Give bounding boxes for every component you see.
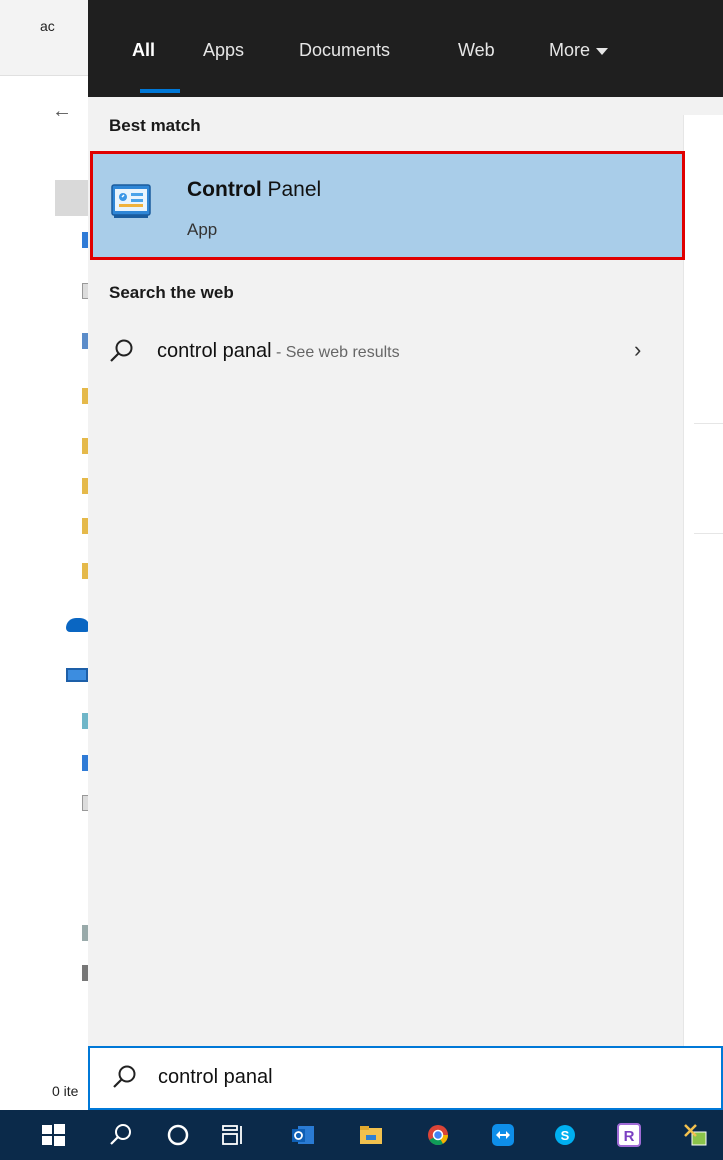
web-search-result[interactable]: control panal - See web results › xyxy=(88,323,683,379)
chrome-icon[interactable] xyxy=(425,1122,451,1148)
snipping-tool-icon[interactable] xyxy=(682,1122,708,1148)
best-match-title-rest: Panel xyxy=(261,178,322,201)
tab-more-label: More xyxy=(549,40,591,60)
background-ribbon: ac xyxy=(0,0,90,76)
onedrive-icon xyxy=(66,618,90,632)
search-flyout: All Apps Documents Web More Best match C… xyxy=(88,0,723,1110)
status-bar-text: 0 ite xyxy=(52,1083,79,1099)
control-panel-icon xyxy=(111,184,151,218)
tab-web[interactable]: Web xyxy=(458,40,495,61)
file-explorer-icon[interactable] xyxy=(358,1122,384,1148)
svg-text:S: S xyxy=(561,1128,570,1143)
web-result-text: control panal - See web results xyxy=(157,340,400,363)
tab-more[interactable]: More xyxy=(549,40,609,61)
best-match-title: Control Panel xyxy=(187,178,321,202)
search-icon xyxy=(113,1065,136,1088)
tab-all[interactable]: All xyxy=(132,40,155,61)
task-view-icon[interactable] xyxy=(220,1122,246,1148)
skype-icon[interactable]: S xyxy=(552,1122,578,1148)
search-web-heading: Search the web xyxy=(109,283,234,302)
background-selected-item xyxy=(55,180,90,216)
best-match-heading: Best match xyxy=(109,116,201,135)
back-arrow-icon[interactable]: ← xyxy=(52,100,72,123)
web-suffix: - See web results xyxy=(271,344,400,361)
best-match-title-bold: Control xyxy=(187,178,262,201)
web-query: control panal xyxy=(157,340,272,362)
best-match-type: App xyxy=(187,220,218,239)
rstudio-icon[interactable]: R xyxy=(616,1122,642,1148)
search-icon[interactable] xyxy=(108,1122,134,1148)
best-match-result-control-panel[interactable]: Control Panel App xyxy=(90,151,685,260)
tab-apps[interactable]: Apps xyxy=(203,40,244,61)
this-pc-icon xyxy=(66,668,88,682)
background-explorer-window: ac ← 0 ite xyxy=(0,0,90,1110)
outlook-icon[interactable] xyxy=(290,1122,316,1148)
preview-pane xyxy=(683,115,723,1110)
tab-documents[interactable]: Documents xyxy=(299,40,390,61)
chevron-right-icon[interactable]: › xyxy=(634,337,641,363)
divider xyxy=(694,533,723,534)
search-input[interactable] xyxy=(158,1062,658,1092)
active-tab-indicator xyxy=(140,89,180,93)
cortana-icon[interactable] xyxy=(165,1122,191,1148)
svg-text:R: R xyxy=(624,1128,635,1145)
windows-start-icon[interactable] xyxy=(40,1122,66,1148)
caret-down-icon xyxy=(596,47,609,55)
search-tabs-bar: All Apps Documents Web More xyxy=(88,0,723,97)
taskbar: S R xyxy=(0,1110,723,1160)
background-ribbon-text: ac xyxy=(40,18,55,34)
search-icon xyxy=(110,339,133,362)
divider xyxy=(694,423,723,424)
taskbar-search-box[interactable] xyxy=(88,1046,723,1110)
teamviewer-icon[interactable] xyxy=(490,1122,516,1148)
